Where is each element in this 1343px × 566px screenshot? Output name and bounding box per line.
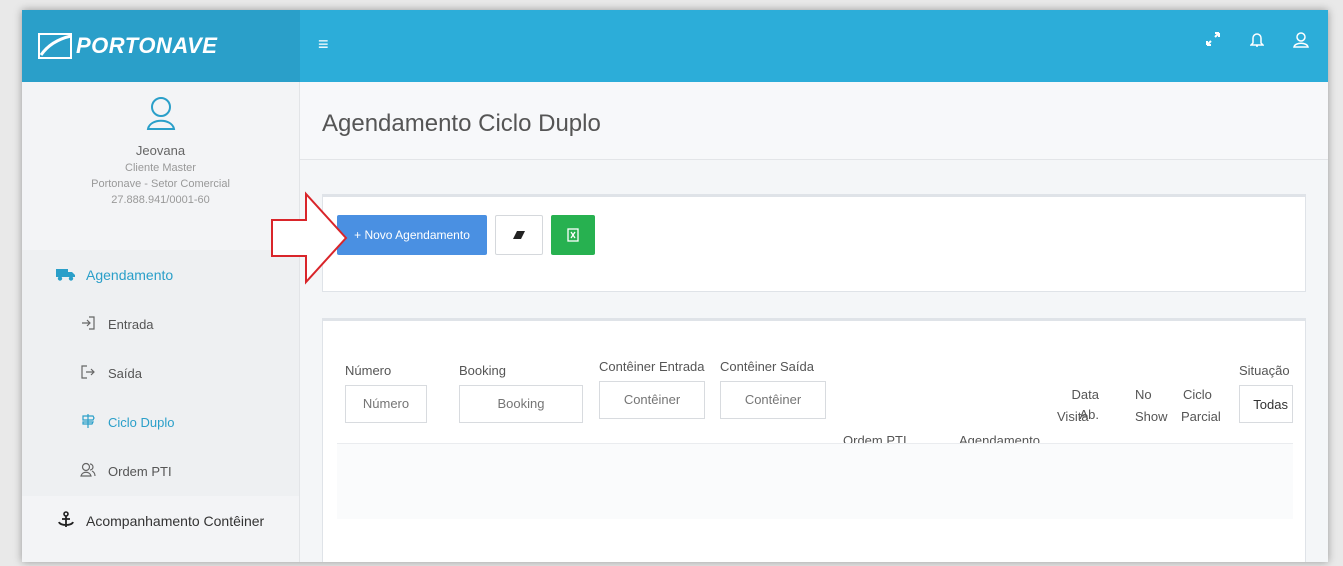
anchor-icon xyxy=(56,510,76,532)
main-content: Agendamento Ciclo Duplo + Novo Agendamen… xyxy=(300,82,1328,562)
user-cnpj: 27.888.941/0001-60 xyxy=(111,194,210,206)
top-bar: PORTONAVE ≡ xyxy=(22,10,1328,82)
sidebar-item-label: Ordem PTI xyxy=(108,464,172,479)
bell-icon[interactable] xyxy=(1248,32,1266,53)
sidebar-section-label: Agendamento xyxy=(86,267,174,283)
menu-toggle-icon[interactable]: ≡ xyxy=(318,34,329,55)
user-profile: Jeovana Cliente Master Portonave - Setor… xyxy=(22,82,299,250)
expand-icon[interactable] xyxy=(1204,32,1222,53)
container-saida-input[interactable] xyxy=(720,381,826,419)
sidebar: Jeovana Cliente Master Portonave - Setor… xyxy=(22,82,300,562)
col-ciclo-line2: Parcial xyxy=(1181,409,1221,424)
clear-filters-button[interactable] xyxy=(495,215,543,255)
brand-name: PORTONAVE xyxy=(76,33,218,58)
users-icon xyxy=(78,462,98,481)
sidebar-section-agendamento[interactable]: Agendamento xyxy=(22,250,299,300)
col-no-show-line1[interactable]: No xyxy=(1135,385,1152,405)
page-header: Agendamento Ciclo Duplo xyxy=(300,82,1328,160)
app-window: PORTONAVE ≡ Jeovana Cliente Master Porto… xyxy=(22,10,1328,562)
eraser-icon xyxy=(513,231,525,239)
filter-saida-label: Contêiner Saída xyxy=(720,359,814,374)
sidebar-item-entrada[interactable]: Entrada xyxy=(22,300,299,349)
filter-numero-label: Número xyxy=(345,363,392,378)
truck-icon xyxy=(56,267,76,284)
sidebar-item-label: Saída xyxy=(108,366,142,381)
user-icon[interactable] xyxy=(1292,32,1310,53)
situacao-select[interactable]: Todas xyxy=(1239,385,1293,423)
col-data-ab-line2: Visita xyxy=(1057,409,1089,424)
results-panel: Número Booking Contêiner Entrada Contêin… xyxy=(322,318,1306,562)
excel-icon xyxy=(567,228,579,242)
page-title: Agendamento Ciclo Duplo xyxy=(322,110,601,137)
sign-in-icon xyxy=(78,315,98,334)
profile-user-icon xyxy=(146,97,175,130)
sidebar-item-saida[interactable]: Saída xyxy=(22,349,299,398)
logo-area[interactable]: PORTONAVE xyxy=(22,10,300,82)
sidebar-item-label: Entrada xyxy=(108,317,154,332)
sign-out-icon xyxy=(78,364,98,383)
sidebar-item-label: Ciclo Duplo xyxy=(108,415,175,430)
user-name: Jeovana xyxy=(135,143,186,158)
filter-entrada-label: Contêiner Entrada xyxy=(599,359,705,374)
user-company: Portonave - Setor Comercial xyxy=(91,178,230,190)
filter-booking-label: Booking xyxy=(459,363,506,378)
user-role: Cliente Master xyxy=(125,162,196,174)
sidebar-item-acompanhamento[interactable]: Acompanhamento Contêiner xyxy=(22,496,299,546)
col-ciclo-line1[interactable]: Ciclo xyxy=(1183,385,1212,405)
col-no-show-line2: Show xyxy=(1135,409,1168,424)
filter-situacao-label: Situação xyxy=(1239,363,1290,378)
portonave-logo-icon xyxy=(38,33,72,59)
numero-input[interactable] xyxy=(345,385,427,423)
sidebar-item-ciclo-duplo[interactable]: Ciclo Duplo xyxy=(22,398,299,447)
signpost-icon xyxy=(78,413,98,432)
new-appointment-button[interactable]: + Novo Agendamento xyxy=(337,215,487,255)
table-body xyxy=(337,443,1293,519)
export-excel-button[interactable] xyxy=(551,215,595,255)
actions-panel: + Novo Agendamento xyxy=(322,194,1306,292)
booking-input[interactable] xyxy=(459,385,583,423)
callout-arrow-icon xyxy=(271,191,348,285)
sidebar-item-label: Acompanhamento Contêiner xyxy=(86,513,265,529)
container-entrada-input[interactable] xyxy=(599,381,705,419)
sidebar-item-ordem-pti[interactable]: Ordem PTI xyxy=(22,447,299,496)
